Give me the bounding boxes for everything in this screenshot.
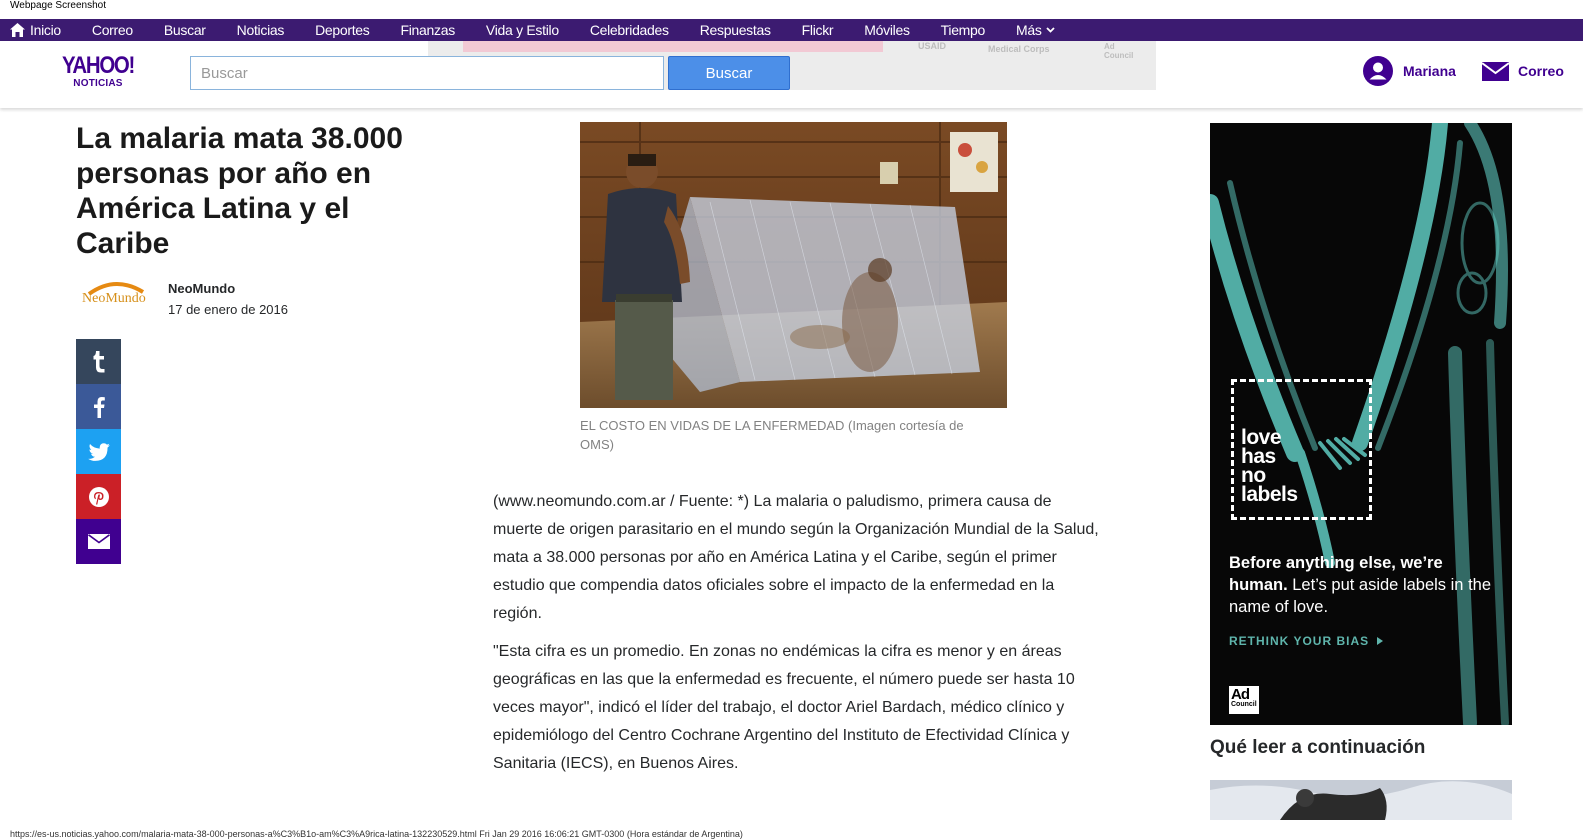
nav-item-noticias[interactable]: Noticias (237, 22, 285, 38)
tumblr-icon (93, 350, 104, 372)
publish-date: 17 de enero de 2016 (168, 302, 288, 317)
site-header: USAID Medical Corps Ad Council YAHOO! NO… (0, 41, 1583, 108)
share-pinterest-button[interactable] (76, 474, 121, 519)
sidebar-ad[interactable]: love has no labels Before anything else,… (1210, 123, 1512, 725)
chevron-down-icon (1045, 27, 1055, 33)
ad-council-small: Council (1231, 701, 1257, 708)
banner-ad-mark: Ad Council (1104, 42, 1134, 60)
nav-item-tiempo[interactable]: Tiempo (941, 22, 986, 38)
share-twitter-button[interactable] (76, 429, 121, 474)
article-headline: La malaria mata 38.000 personas por año … (76, 122, 403, 260)
ad-cta-label: RETHINK YOUR BIAS (1229, 634, 1370, 648)
neomundo-logo-text: NeoMundo (82, 291, 146, 306)
share-email-button[interactable] (76, 519, 121, 564)
user-name: Mariana (1403, 63, 1456, 79)
author-info: NeoMundo 17 de enero de 2016 (168, 277, 288, 317)
ad-headline: Before anything else, we’re human. Let’s… (1229, 552, 1499, 618)
mail-icon (1482, 61, 1509, 81)
logo-line: labels (1241, 483, 1298, 506)
user-profile-link[interactable]: Mariana (1363, 56, 1456, 86)
nav-item-deportes[interactable]: Deportes (315, 22, 370, 38)
image-caption: EL COSTO EN VIDAS DE LA ENFERMEDAD (Imag… (580, 418, 964, 452)
nav-item-celebridades[interactable]: Celebridades (590, 22, 669, 38)
nav-item-flickr[interactable]: Flickr (802, 22, 834, 38)
article-hero-image[interactable] (580, 122, 1007, 408)
next-read-thumbnail[interactable] (1210, 780, 1512, 820)
banner-ad-mark: USAID (918, 41, 947, 51)
nav-item-inicio[interactable]: Inicio (10, 22, 61, 38)
nav-item-label: Inicio (30, 22, 61, 38)
nav-item-finanzas[interactable]: Finanzas (401, 22, 456, 38)
facebook-icon (93, 396, 105, 418)
play-arrow-icon (1377, 637, 1384, 645)
ad-council-logo: Ad Council (1229, 686, 1259, 714)
search-input[interactable] (190, 56, 664, 90)
nav-item-moviles[interactable]: Móviles (864, 22, 910, 38)
share-tumblr-button[interactable] (76, 339, 121, 384)
pinterest-icon (88, 486, 109, 507)
ad-cta-link[interactable]: RETHINK YOUR BIAS (1229, 634, 1384, 648)
nav-item-buscar[interactable]: Buscar (164, 22, 206, 38)
article-body: (www.neomundo.com.ar / Fuente: *) La mal… (493, 488, 1103, 788)
share-rail (76, 339, 121, 564)
mail-link[interactable]: Correo (1482, 56, 1564, 86)
home-icon (10, 23, 25, 37)
share-facebook-button[interactable] (76, 384, 121, 429)
neomundo-logo[interactable]: NeoMundo (80, 277, 158, 317)
article-paragraph: "Esta cifra es un promedio. En zonas no … (493, 643, 1075, 772)
twitter-icon (87, 442, 110, 461)
malaria-net-photo (580, 122, 1007, 408)
nav-item-mas[interactable]: Más (1016, 22, 1055, 38)
next-read-image (1210, 780, 1512, 820)
article-paragraph: (www.neomundo.com.ar / Fuente: *) La mal… (493, 493, 1099, 622)
nav-item-respuestas[interactable]: Respuestas (700, 22, 771, 38)
nav-item-label: Más (1016, 22, 1042, 38)
love-has-no-labels-text: love has no labels (1241, 427, 1298, 506)
user-avatar-icon (1363, 56, 1393, 86)
status-url: https://es-us.noticias.yahoo.com/malaria… (10, 829, 743, 839)
nav-item-vida-y-estilo[interactable]: Vida y Estilo (486, 22, 559, 38)
logo-main-text: YAHOO! (61, 52, 135, 79)
author-byline: NeoMundo NeoMundo 17 de enero de 2016 (80, 277, 288, 317)
yahoo-noticias-logo[interactable]: YAHOO! NOTICIAS (48, 52, 148, 90)
next-read-title: Qué leer a continuación (1210, 737, 1426, 758)
search-button[interactable]: Buscar (668, 56, 790, 90)
logo-sub-text: NOTICIAS (73, 78, 123, 89)
author-name[interactable]: NeoMundo (168, 281, 288, 296)
nav-item-correo[interactable]: Correo (92, 22, 133, 38)
banner-ad-mark: Medical Corps (988, 44, 1050, 54)
mail-label: Correo (1518, 63, 1564, 79)
banner-ad-strip (463, 41, 883, 52)
capture-label: Webpage Screenshot (10, 0, 106, 11)
email-icon (87, 534, 110, 549)
top-navigation: Inicio Correo Buscar Noticias Deportes F… (0, 19, 1583, 41)
